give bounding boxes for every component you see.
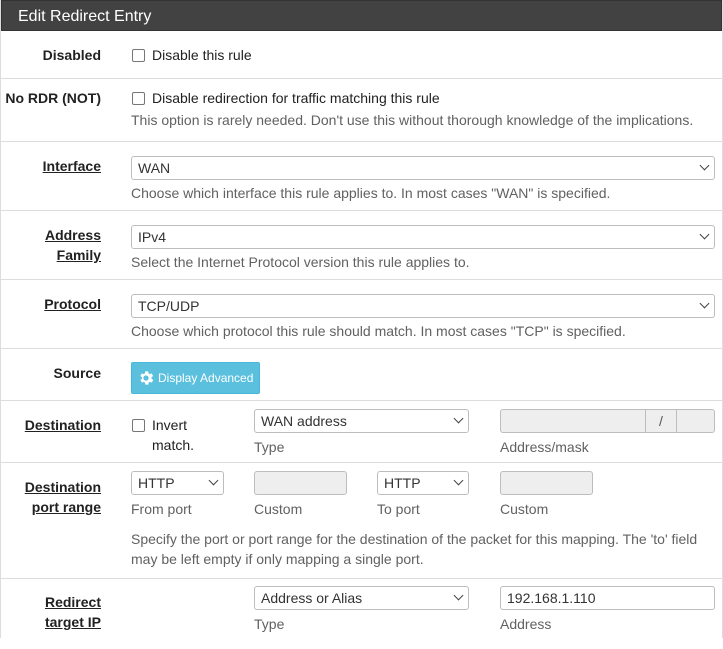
dest-port-range-label: Destination port range	[1, 477, 101, 517]
dest-port-range-label-line2[interactable]: port range	[32, 499, 101, 515]
row-destination: Destination Invert match. WAN address Ty…	[1, 401, 722, 463]
redirect-entry-panel: Edit Redirect Entry Disabled Disable thi…	[0, 0, 723, 638]
source-label: Source	[53, 365, 101, 381]
chevron-down-icon	[699, 229, 710, 240]
invert-match-line1: Invert	[152, 417, 188, 433]
address-family-label: Address Family	[1, 225, 101, 265]
chevron-down-icon	[208, 475, 219, 486]
redirect-target-type-caption: Type	[254, 616, 285, 632]
from-port-caption: From port	[131, 501, 192, 517]
protocol-help: Choose which protocol this rule should m…	[131, 323, 626, 339]
row-redirect-target-ip: Redirect target IP Address or Alias Type…	[1, 579, 722, 649]
panel-title: Edit Redirect Entry	[1, 0, 722, 31]
row-destination-port-range: Destination port range HTTP From port Cu…	[1, 463, 722, 579]
redirect-target-label-line2[interactable]: target IP	[45, 614, 101, 630]
chevron-down-icon	[453, 475, 464, 486]
redirect-target-type-value: Address or Alias	[261, 590, 363, 606]
no-rdr-label: No RDR (NOT)	[5, 90, 101, 106]
display-advanced-label: Display Advanced	[158, 371, 254, 385]
dest-port-range-help: Specify the port or port range for the d…	[131, 529, 716, 569]
interface-help: Choose which interface this rule applies…	[131, 185, 611, 201]
display-advanced-button[interactable]: Display Advanced	[131, 362, 261, 394]
dest-port-range-help-line2: may be left empty if only mapping a sing…	[131, 551, 424, 567]
disabled-label: Disabled	[42, 47, 101, 63]
dest-port-range-label-line1[interactable]: Destination	[25, 479, 101, 495]
to-port-caption: To port	[377, 501, 420, 517]
interface-label-text[interactable]: Interface	[43, 158, 101, 174]
no-rdr-checkbox-label: Disable redirection for traffic matching…	[152, 90, 440, 106]
redirect-target-label: Redirect target IP	[1, 592, 101, 632]
redirect-target-label-line1[interactable]: Redirect	[45, 594, 101, 610]
address-family-select-value: IPv4	[138, 229, 167, 245]
protocol-label-text[interactable]: Protocol	[44, 296, 101, 312]
from-port-custom-input[interactable]	[254, 471, 347, 495]
invert-match-checkbox[interactable]	[132, 419, 145, 432]
row-interface: Interface WAN Choose which interface thi…	[1, 142, 722, 211]
chevron-down-icon	[699, 160, 710, 171]
address-family-help: Select the Internet Protocol version thi…	[131, 254, 470, 270]
to-port-value: HTTP	[384, 475, 421, 491]
interface-select-value: WAN	[138, 160, 171, 176]
protocol-label: Protocol	[1, 294, 101, 314]
dest-port-range-help-line1: Specify the port or port range for the d…	[131, 531, 698, 547]
chevron-down-icon	[699, 298, 710, 309]
destination-type-select[interactable]: WAN address	[254, 409, 469, 433]
redirect-target-address-input[interactable]: 192.168.1.110	[500, 586, 715, 610]
to-port-custom-input[interactable]	[500, 471, 593, 495]
redirect-target-type-select[interactable]: Address or Alias	[254, 586, 469, 610]
address-family-label-line2[interactable]: Family	[57, 247, 101, 263]
row-disabled: Disabled Disable this rule	[1, 31, 722, 79]
chevron-down-icon	[453, 590, 464, 601]
gear-icon	[140, 371, 154, 385]
invert-match-line2: match.	[152, 437, 195, 453]
row-source: Source Display Advanced	[1, 349, 722, 401]
protocol-select[interactable]: TCP/UDP	[131, 294, 715, 318]
destination-label-text[interactable]: Destination	[25, 417, 101, 433]
to-port-custom-caption: Custom	[500, 501, 549, 517]
no-rdr-help: This option is rarely needed. Don't use …	[131, 112, 694, 128]
destination-address-caption: Address/mask	[500, 439, 589, 455]
from-port-custom-caption: Custom	[254, 501, 303, 517]
address-family-select[interactable]: IPv4	[131, 225, 715, 249]
row-no-rdr: No RDR (NOT) Disable redirection for tra…	[1, 79, 722, 142]
destination-address-input[interactable]: /	[500, 409, 715, 433]
to-port-select[interactable]: HTTP	[377, 471, 469, 495]
interface-select[interactable]: WAN	[131, 156, 715, 180]
invert-match-label: Invert match.	[152, 415, 194, 455]
protocol-select-value: TCP/UDP	[138, 298, 200, 314]
address-family-label-line1[interactable]: Address	[45, 227, 101, 243]
disable-rule-checkbox-label: Disable this rule	[152, 47, 252, 63]
from-port-value: HTTP	[138, 475, 175, 491]
disable-rule-checkbox[interactable]	[132, 49, 145, 62]
no-rdr-checkbox[interactable]	[132, 92, 145, 105]
destination-type-caption: Type	[254, 439, 285, 455]
interface-label: Interface	[1, 156, 101, 176]
mask-separator: /	[645, 410, 677, 432]
destination-type-value: WAN address	[261, 413, 347, 429]
row-protocol: Protocol TCP/UDP Choose which protocol t…	[1, 280, 722, 349]
from-port-select[interactable]: HTTP	[131, 471, 224, 495]
redirect-target-address-caption: Address	[500, 616, 552, 632]
destination-label: Destination	[1, 415, 101, 435]
row-address-family: Address Family IPv4 Select the Internet …	[1, 211, 722, 280]
chevron-down-icon	[453, 413, 464, 424]
redirect-target-address-value: 192.168.1.110	[507, 590, 596, 606]
